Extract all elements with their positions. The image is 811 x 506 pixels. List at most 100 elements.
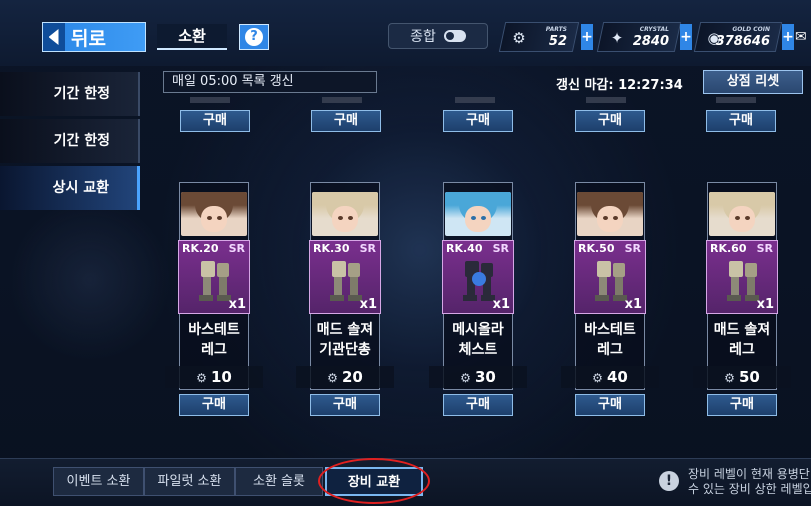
- buy-button[interactable]: 구매: [575, 110, 645, 132]
- menu-item-limited-1[interactable]: 기간 한정: [0, 72, 140, 116]
- pilot-portrait: [181, 192, 247, 236]
- shop-reset-button[interactable]: 상점 리셋: [703, 70, 803, 94]
- buy-button[interactable]: 구매: [443, 394, 513, 416]
- equipment-item[interactable]: RK.30 SR x1: [309, 240, 381, 314]
- scrolled-price-fragment: [322, 97, 362, 103]
- item-name: 메시올라 체스트: [452, 322, 504, 358]
- tab-summon[interactable]: 소환: [157, 24, 227, 50]
- parts-icon: ⚙: [460, 371, 471, 385]
- item-rank: RK.50: [578, 242, 615, 255]
- pilot-portrait: [445, 192, 511, 236]
- item-price: ⚙ 30: [429, 366, 527, 388]
- portrait-eye: [481, 216, 486, 220]
- item-quantity: x1: [228, 297, 246, 312]
- buy-button[interactable]: 구매: [179, 394, 249, 416]
- overall-label: 종합: [410, 29, 436, 45]
- refresh-info: 매일 05:00 목록 갱신: [163, 71, 377, 93]
- parts-add-button[interactable]: +: [581, 24, 593, 50]
- item-price: ⚙ 50: [693, 366, 791, 388]
- tab-event-summon[interactable]: 이벤트 소환: [53, 467, 144, 496]
- portrait-eye: [735, 216, 740, 220]
- portrait-eye: [603, 216, 608, 220]
- item-quantity: x1: [492, 297, 510, 312]
- back-label: 뒤로: [71, 27, 106, 50]
- item-price-value: 10: [210, 368, 232, 386]
- portrait-face: [201, 206, 227, 232]
- equipment-item[interactable]: RK.20 SR x1: [178, 240, 250, 314]
- parts-icon: ⚙: [512, 29, 526, 47]
- portrait-eye: [207, 216, 212, 220]
- item-quantity: x1: [624, 297, 642, 312]
- buy-button[interactable]: 구매: [443, 110, 513, 132]
- portrait-eye: [471, 216, 476, 220]
- parts-icon: ⚙: [327, 371, 338, 385]
- notice-line-1: 장비 레벨이 현재 용병단: [688, 467, 810, 481]
- parts-icon: ⚙: [724, 371, 735, 385]
- crystal-counter: ✦ CRYSTAL 2840: [596, 22, 682, 52]
- left-menu: 기간 한정 기간 한정 상시 교환: [0, 72, 140, 213]
- item-price-value: 50: [738, 368, 760, 386]
- item-rarity: SR: [624, 242, 641, 255]
- item-price-value: 30: [474, 368, 496, 386]
- item-price-value: 20: [341, 368, 363, 386]
- equipment-item[interactable]: RK.50 SR x1: [574, 240, 646, 314]
- item-name: 매드 솔져 기관단총: [316, 322, 374, 358]
- crystal-icon: ✦: [610, 29, 624, 47]
- item-name: 바스테트 레그: [188, 322, 240, 358]
- item-price: ⚙ 20: [296, 366, 394, 388]
- pilot-portrait: [312, 192, 378, 236]
- scrolled-price-fragment: [455, 97, 495, 103]
- warning-icon: !: [659, 471, 679, 491]
- overall-toggle-button[interactable]: 종합: [388, 23, 488, 49]
- portrait-eye: [217, 216, 222, 220]
- portrait-face: [597, 206, 623, 232]
- buy-button[interactable]: 구매: [311, 110, 381, 132]
- refresh-deadline: 갱신 마감: 12:27:34: [556, 78, 683, 93]
- portrait-eye: [613, 216, 618, 220]
- equipment-item[interactable]: RK.60 SR x1: [706, 240, 778, 314]
- buy-button[interactable]: 구매: [575, 394, 645, 416]
- toggle-icon: [443, 30, 466, 42]
- core-glow: [472, 272, 486, 286]
- chevron-left-icon: [43, 23, 65, 51]
- gold-counter: ◉ GOLD COIN 378646: [693, 22, 783, 52]
- parts-icon: ⚙: [592, 371, 603, 385]
- item-price: ⚙ 40: [561, 366, 659, 388]
- item-card: RK.60 SR x1 매드 솔져 레그 ⚙ 50 구매: [693, 182, 791, 420]
- portrait-eye: [348, 216, 353, 220]
- item-name: 바스테트 레그: [584, 322, 636, 358]
- scrolled-price-fragment: [190, 97, 230, 103]
- parts-value: 52: [548, 34, 567, 49]
- help-button[interactable]: ?: [239, 24, 269, 50]
- portrait-face: [729, 206, 755, 232]
- buy-button[interactable]: 구매: [180, 110, 250, 132]
- item-quantity: x1: [756, 297, 774, 312]
- crystal-add-button[interactable]: +: [680, 24, 692, 50]
- portrait-eye: [745, 216, 750, 220]
- buy-button[interactable]: 구매: [310, 394, 380, 416]
- mail-icon[interactable]: ✉: [795, 24, 811, 50]
- item-price-value: 40: [606, 368, 628, 386]
- menu-item-limited-2[interactable]: 기간 한정: [0, 119, 140, 163]
- back-button[interactable]: 뒤로: [42, 22, 146, 52]
- item-card: RK.50 SR x1 바스테트 레그 ⚙ 40 구매: [561, 182, 659, 420]
- pilot-portrait: [709, 192, 775, 236]
- menu-item-regular-exchange[interactable]: 상시 교환: [0, 166, 140, 210]
- item-rarity: SR: [359, 242, 376, 255]
- gold-label: GOLD COIN: [732, 26, 770, 33]
- item-rank: RK.60: [710, 242, 747, 255]
- equipment-item[interactable]: RK.40 SR x1: [442, 240, 514, 314]
- pilot-portrait: [577, 192, 643, 236]
- buy-button[interactable]: 구매: [707, 394, 777, 416]
- scrolled-price-fragment: [586, 97, 626, 103]
- help-icon: ?: [245, 28, 263, 46]
- tab-summon-slot[interactable]: 소환 슬롯: [235, 467, 323, 496]
- notice-text: 장비 레벨이 현재 용병단 수 있는 장비 상한 레벨입: [688, 467, 811, 497]
- item-card: RK.40 SR x1 메시올라 체스트 ⚙ 30 구매: [429, 182, 527, 420]
- item-card: RK.20 SR x1 바스테트 레그 ⚙ 10 구매: [165, 182, 263, 420]
- buy-button[interactable]: 구매: [706, 110, 776, 132]
- tab-pilot-summon[interactable]: 파일럿 소환: [144, 467, 235, 496]
- item-rarity: SR: [756, 242, 773, 255]
- item-rank: RK.20: [182, 242, 219, 255]
- gold-add-button[interactable]: +: [782, 24, 794, 50]
